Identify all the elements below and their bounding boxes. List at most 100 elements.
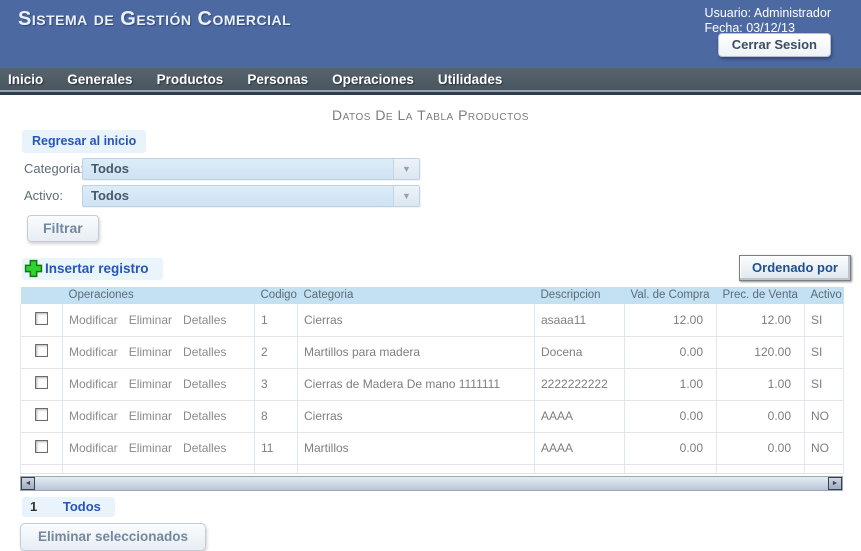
products-table: Operaciones Codigo Categoria Descripcion…	[20, 287, 844, 474]
filter-row-activo: Activo: Todos ▼	[24, 184, 861, 207]
delete-link[interactable]: Eliminar	[129, 441, 172, 455]
cell-codigo: 1	[254, 304, 298, 337]
details-link[interactable]: Detalles	[183, 441, 226, 455]
cell-activo: SI	[804, 368, 844, 401]
modify-link[interactable]: Modificar	[69, 345, 118, 359]
plus-icon	[24, 259, 43, 278]
header-activo: Activo	[804, 287, 844, 304]
details-link[interactable]: Detalles	[183, 377, 226, 391]
cell-descripcion: Docena	[534, 336, 625, 369]
user-label: Usuario: Administrador	[704, 6, 831, 20]
order-by-button[interactable]: Ordenado por	[739, 255, 851, 281]
scroll-right-button[interactable]: ►	[828, 476, 842, 490]
page-title: Datos De La Tabla Productos	[332, 107, 529, 123]
chevron-down-icon[interactable]: ▼	[393, 185, 419, 206]
cell-val-compra: 12.00	[624, 304, 717, 337]
menu-item-productos[interactable]: Productos	[157, 72, 224, 87]
modify-link[interactable]: Modificar	[69, 377, 118, 391]
row-checkbox[interactable]	[35, 344, 48, 357]
modify-link[interactable]: Modificar	[69, 441, 118, 455]
pagination: 1 Todos	[22, 496, 115, 517]
cell-prec-venta: 1.00	[716, 368, 805, 401]
menu-item-personas[interactable]: Personas	[247, 72, 308, 87]
menu-item-generales[interactable]: Generales	[67, 72, 132, 87]
cell-activo: NO	[804, 432, 844, 465]
activo-label: Activo:	[24, 188, 64, 203]
show-all-link[interactable]: Todos	[63, 499, 101, 514]
cell-descripcion: AAAA	[534, 432, 625, 465]
details-link[interactable]: Detalles	[183, 313, 226, 327]
table-row: Modificar Eliminar Detalles 2 Martillos pa…	[20, 336, 844, 369]
menu-item-inicio[interactable]: Inicio	[8, 72, 43, 87]
filter-row-categoria: Categoria: Todos ▼	[24, 157, 861, 180]
table-row-empty	[20, 464, 844, 474]
activo-selected-value: Todos	[91, 188, 130, 203]
header-select	[20, 287, 63, 304]
back-to-home-link[interactable]: Regresar al inicio	[32, 134, 136, 148]
insert-record-link[interactable]: Insertar registro	[22, 258, 163, 280]
categoria-label: Categoria:	[24, 161, 84, 176]
header-val-compra: Val. de Compra	[624, 287, 717, 304]
session-info: Usuario: Administrador Fecha: 03/12/13	[705, 6, 831, 36]
delete-link[interactable]: Eliminar	[129, 377, 172, 391]
row-checkbox[interactable]	[35, 408, 48, 421]
activo-select[interactable]: Todos ▼	[82, 184, 420, 207]
filter-button[interactable]: Filtrar	[27, 215, 99, 242]
table-header: Operaciones Codigo Categoria Descripcion…	[20, 287, 844, 304]
table-row: Modificar Eliminar Detalles 8 Cierras AAAA…	[20, 400, 844, 433]
cell-activo: SI	[804, 336, 844, 369]
header-categoria: Categoria	[297, 287, 535, 304]
scroll-left-button[interactable]: ◄	[21, 476, 35, 490]
categoria-select[interactable]: Todos ▼	[82, 157, 420, 180]
cell-categoria: Martillos	[297, 432, 535, 465]
back-link-wrap: Regresar al inicio	[22, 130, 147, 153]
cell-activo: SI	[804, 304, 844, 337]
cell-val-compra: 0.00	[624, 336, 717, 369]
delete-link[interactable]: Eliminar	[129, 345, 172, 359]
main-menu: Inicio Generales Productos Personas Oper…	[0, 68, 861, 92]
cell-prec-venta: 120.00	[716, 336, 805, 369]
cell-activo: NO	[804, 400, 844, 433]
header-operaciones: Operaciones	[62, 287, 255, 304]
cell-descripcion: AAAA	[534, 400, 625, 433]
horizontal-scrollbar[interactable]: ◄ ►	[20, 475, 843, 491]
row-checkbox[interactable]	[35, 311, 48, 325]
details-link[interactable]: Detalles	[183, 409, 226, 423]
insert-record-label: Insertar registro	[45, 261, 149, 276]
cell-val-compra: 0.00	[624, 432, 717, 465]
cell-prec-venta: 0.00	[716, 432, 805, 465]
cell-codigo: 3	[254, 368, 298, 401]
table-row: Modificar Eliminar Detalles 3 Cierras de M…	[20, 368, 844, 401]
header-codigo: Codigo	[254, 287, 298, 304]
nav-divider	[0, 92, 861, 95]
cell-codigo: 8	[254, 400, 298, 433]
header-prec-venta: Prec. de Venta	[716, 287, 805, 304]
cell-prec-venta: 12.00	[716, 304, 805, 337]
cell-categoria: Cierras de Madera De mano 1111111	[297, 368, 535, 401]
app-banner: Sistema de Gestión Comercial Usuario: Ad…	[0, 0, 861, 68]
header-descripcion: Descripcion	[534, 287, 625, 304]
cell-prec-venta: 0.00	[716, 400, 805, 433]
delete-link[interactable]: Eliminar	[129, 409, 172, 423]
table-row: Modificar Eliminar Detalles 11 Martillos A…	[20, 432, 844, 465]
table-row: Modificar Eliminar Detalles 1 Cierras asaa…	[20, 304, 844, 337]
modify-link[interactable]: Modificar	[69, 409, 118, 423]
cell-codigo: 2	[254, 336, 298, 369]
cell-descripcion: 2222222222	[534, 368, 625, 401]
logout-button[interactable]: Cerrar Sesion	[717, 33, 831, 57]
row-checkbox[interactable]	[35, 376, 48, 389]
menu-item-utilidades[interactable]: Utilidades	[438, 72, 503, 87]
chevron-down-icon[interactable]: ▼	[393, 158, 419, 179]
cell-codigo: 11	[254, 432, 298, 465]
cell-categoria: Cierras	[297, 304, 535, 337]
modify-link[interactable]: Modificar	[69, 313, 118, 327]
row-checkbox[interactable]	[35, 440, 48, 453]
menu-item-operaciones[interactable]: Operaciones	[332, 72, 414, 87]
delete-link[interactable]: Eliminar	[129, 313, 172, 327]
details-link[interactable]: Detalles	[183, 345, 226, 359]
cell-val-compra: 1.00	[624, 368, 717, 401]
page-number[interactable]: 1	[30, 499, 37, 514]
cell-val-compra: 0.00	[624, 400, 717, 433]
app-title: Sistema de Gestión Comercial	[18, 8, 292, 30]
cell-categoria: Cierras	[297, 400, 535, 433]
